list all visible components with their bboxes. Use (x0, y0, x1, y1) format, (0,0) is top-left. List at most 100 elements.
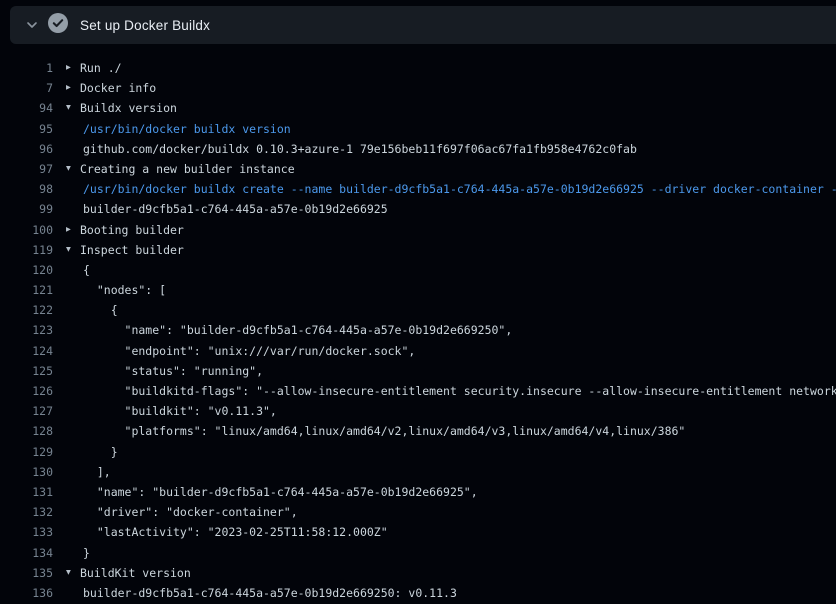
log-group-title: Creating a new builder instance (80, 159, 295, 179)
log-output-text: "endpoint": "unix:///var/run/docker.sock… (83, 341, 415, 361)
log-output-text: "driver": "docker-container", (83, 502, 298, 522)
triangle-right-icon: ▶ (66, 219, 76, 239)
line-number[interactable]: 97 (0, 159, 53, 179)
log-line: 126 "buildkitd-flags": "--allow-insecure… (0, 381, 836, 401)
line-number[interactable]: 96 (0, 139, 53, 159)
log-group-header-row: 119 ▼Inspect builder (0, 240, 836, 260)
triangle-right-icon: ▶ (66, 78, 76, 98)
log-line: 132 "driver": "docker-container", (0, 502, 836, 522)
line-number[interactable]: 7 (0, 78, 53, 98)
log-area: 1▶Run ./7▶Docker info94▼Buildx version95… (0, 44, 836, 603)
log-group-toggle[interactable]: ▼Creating a new builder instance (66, 159, 295, 179)
log-line: 98/usr/bin/docker buildx create --name b… (0, 179, 836, 199)
line-number[interactable]: 121 (0, 280, 53, 300)
step-header[interactable]: Set up Docker Buildx (10, 6, 836, 44)
log-group-header-row: 94 ▼Buildx version (0, 98, 836, 118)
line-number[interactable]: 124 (0, 341, 53, 361)
line-number[interactable]: 130 (0, 462, 53, 482)
line-number[interactable]: 126 (0, 381, 53, 401)
line-number[interactable]: 120 (0, 260, 53, 280)
log-group-header-row: 1 ▶Run ./ (0, 58, 836, 78)
line-number[interactable]: 100 (0, 220, 53, 240)
line-number[interactable]: 125 (0, 361, 53, 381)
log-group-title: Run ./ (80, 58, 122, 78)
log-group-title: Inspect builder (80, 240, 184, 260)
triangle-right-icon: ▶ (66, 58, 76, 78)
log-group-toggle[interactable]: ▼Buildx version (66, 98, 177, 118)
line-number[interactable]: 133 (0, 522, 53, 542)
line-number[interactable]: 98 (0, 179, 53, 199)
log-group-title: Buildx version (80, 98, 177, 118)
log-line: 122 { (0, 300, 836, 320)
line-number[interactable]: 94 (0, 98, 53, 118)
log-output-text: builder-d9cfb5a1-c764-445a-a57e-0b19d2e6… (83, 583, 457, 603)
log-output-text: github.com/docker/buildx 0.10.3+azure-1 … (83, 139, 637, 159)
log-group-header-row: 135 ▼BuildKit version (0, 563, 836, 583)
log-line: 127 "buildkit": "v0.11.3", (0, 401, 836, 421)
log-line: 99 builder-d9cfb5a1-c764-445a-a57e-0b19d2… (0, 199, 836, 219)
line-number[interactable]: 127 (0, 401, 53, 421)
log-group-toggle[interactable]: ▶Run ./ (66, 58, 122, 78)
log-output-text: } (83, 442, 118, 462)
log-line: 96 github.com/docker/buildx 0.10.3+azure-… (0, 139, 836, 159)
log-group-toggle[interactable]: ▼BuildKit version (66, 563, 191, 583)
log-output-text: { (83, 300, 118, 320)
log-line: 121 "nodes": [ (0, 280, 836, 300)
log-command-text: /usr/bin/docker buildx create --name bui… (83, 179, 836, 199)
log-line: 131 "name": "builder-d9cfb5a1-c764-445a-… (0, 482, 836, 502)
line-number[interactable]: 134 (0, 543, 53, 563)
log-output-text: "nodes": [ (83, 280, 166, 300)
triangle-down-icon: ▼ (66, 239, 76, 259)
triangle-down-icon: ▼ (66, 158, 76, 178)
log-line: 123 "name": "builder-d9cfb5a1-c764-445a-… (0, 320, 836, 340)
line-number[interactable]: 129 (0, 442, 53, 462)
log-output-text: "lastActivity": "2023-02-25T11:58:12.000… (83, 522, 388, 542)
log-line: 129 } (0, 442, 836, 462)
line-number[interactable]: 95 (0, 119, 53, 139)
line-number[interactable]: 119 (0, 240, 53, 260)
line-number[interactable]: 131 (0, 482, 53, 502)
log-line: 95/usr/bin/docker buildx version (0, 119, 836, 139)
log-group-header-row: 7 ▶Docker info (0, 78, 836, 98)
triangle-down-icon: ▼ (66, 562, 76, 582)
log-group-header-row: 97 ▼Creating a new builder instance (0, 159, 836, 179)
chevron-down-icon[interactable] (18, 11, 46, 39)
log-output-text: "buildkit": "v0.11.3", (83, 401, 277, 421)
log-output-text: "status": "running", (83, 361, 263, 381)
log-output-text: "platforms": "linux/amd64,linux/amd64/v2… (83, 421, 685, 441)
log-group-title: BuildKit version (80, 563, 191, 583)
log-command-text: /usr/bin/docker buildx version (83, 119, 291, 139)
log-output-text: "buildkitd-flags": "--allow-insecure-ent… (83, 381, 836, 401)
log-output-text: { (83, 260, 90, 280)
log-group-title: Booting builder (80, 220, 184, 240)
line-number[interactable]: 1 (0, 58, 53, 78)
line-number[interactable]: 122 (0, 300, 53, 320)
log-output-text: ], (83, 462, 111, 482)
log-group-title: Docker info (80, 78, 156, 98)
log-line: 128 "platforms": "linux/amd64,linux/amd6… (0, 421, 836, 441)
log-output-text: "name": "builder-d9cfb5a1-c764-445a-a57e… (83, 482, 478, 502)
log-line: 124 "endpoint": "unix:///var/run/docker.… (0, 341, 836, 361)
line-number[interactable]: 123 (0, 320, 53, 340)
log-group-header-row: 100 ▶Booting builder (0, 220, 836, 240)
line-number[interactable]: 132 (0, 502, 53, 522)
log-group-toggle[interactable]: ▶Docker info (66, 78, 156, 98)
log-output-text: builder-d9cfb5a1-c764-445a-a57e-0b19d2e6… (83, 199, 388, 219)
log-line: 133 "lastActivity": "2023-02-25T11:58:12… (0, 522, 836, 542)
check-circle-icon (48, 13, 68, 37)
log-line: 120 { (0, 260, 836, 280)
line-number[interactable]: 135 (0, 563, 53, 583)
log-group-toggle[interactable]: ▼Inspect builder (66, 240, 184, 260)
log-line: 134} (0, 543, 836, 563)
log-line: 125 "status": "running", (0, 361, 836, 381)
log-line: 136 builder-d9cfb5a1-c764-445a-a57e-0b19d… (0, 583, 836, 603)
log-output-text: } (83, 543, 90, 563)
step-title: Set up Docker Buildx (80, 18, 210, 33)
log-line: 130 ], (0, 462, 836, 482)
log-group-toggle[interactable]: ▶Booting builder (66, 220, 184, 240)
log-output-text: "name": "builder-d9cfb5a1-c764-445a-a57e… (83, 320, 512, 340)
line-number[interactable]: 128 (0, 421, 53, 441)
line-number[interactable]: 99 (0, 199, 53, 219)
line-number[interactable]: 136 (0, 583, 53, 603)
triangle-down-icon: ▼ (66, 98, 76, 118)
